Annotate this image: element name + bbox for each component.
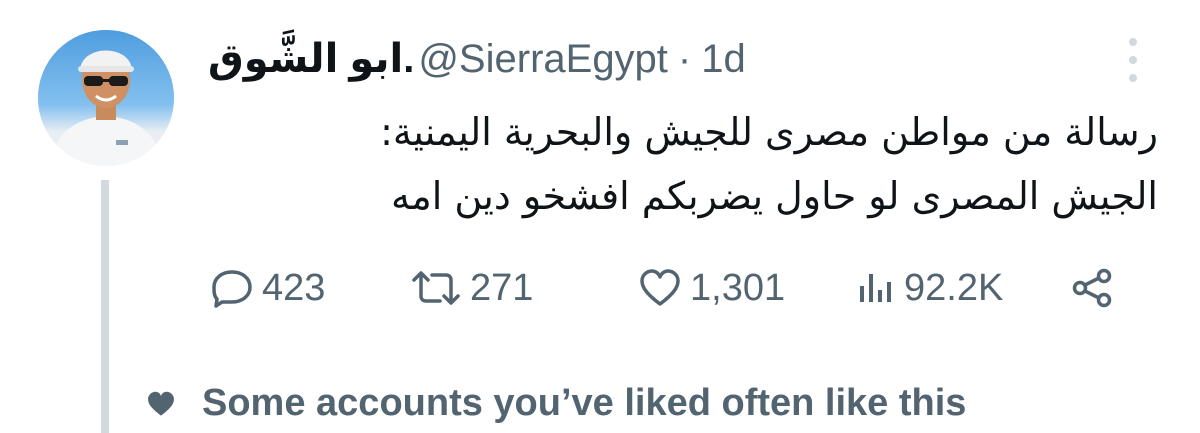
reply-icon	[212, 270, 252, 308]
share-button[interactable]	[1070, 258, 1114, 318]
reply-count: 423	[262, 266, 326, 309]
view-count: 92.2K	[904, 266, 1004, 309]
user-handle[interactable]: @SierraEgypt	[418, 37, 668, 82]
retweet-icon	[412, 271, 460, 305]
retweet-button[interactable]: 271	[410, 258, 533, 318]
heart-icon	[640, 269, 680, 306]
avatar-photo	[38, 30, 174, 166]
share-icon	[1072, 268, 1112, 308]
retweet-count: 271	[470, 266, 534, 309]
display-name[interactable]: ابو الشَّوق.	[208, 36, 414, 82]
timestamp[interactable]: 1d	[701, 37, 746, 82]
separator-dot: ·	[677, 37, 692, 81]
avatar[interactable]	[38, 30, 174, 166]
tweet-text-line: رسالة من مواطن مصرى للجيش والبحرية اليمن…	[380, 110, 1158, 154]
reply-button[interactable]: 423	[210, 258, 325, 318]
like-count: 1,301	[690, 266, 786, 309]
action-bar: 423 271 1,301 92.2K	[210, 258, 1130, 318]
tweet-text-line: الجيش المصرى لو حاول يضربكم افشخو دين ام…	[391, 174, 1158, 218]
like-button[interactable]: 1,301	[638, 258, 785, 318]
views-icon	[860, 274, 891, 302]
social-context: Some accounts you’ve liked often like th…	[146, 382, 966, 425]
more-icon[interactable]	[1118, 38, 1148, 82]
tweet-text: رسالة من مواطن مصرى للجيش والبحرية اليمن…	[208, 100, 1158, 228]
views-button[interactable]: 92.2K	[856, 258, 1003, 318]
tweet-header: ابو الشَّوق. @SierraEgypt · 1d	[208, 36, 1108, 96]
social-context-text: Some accounts you’ve liked often like th…	[202, 382, 967, 424]
thread-line	[101, 180, 109, 433]
heart-icon	[148, 391, 174, 416]
